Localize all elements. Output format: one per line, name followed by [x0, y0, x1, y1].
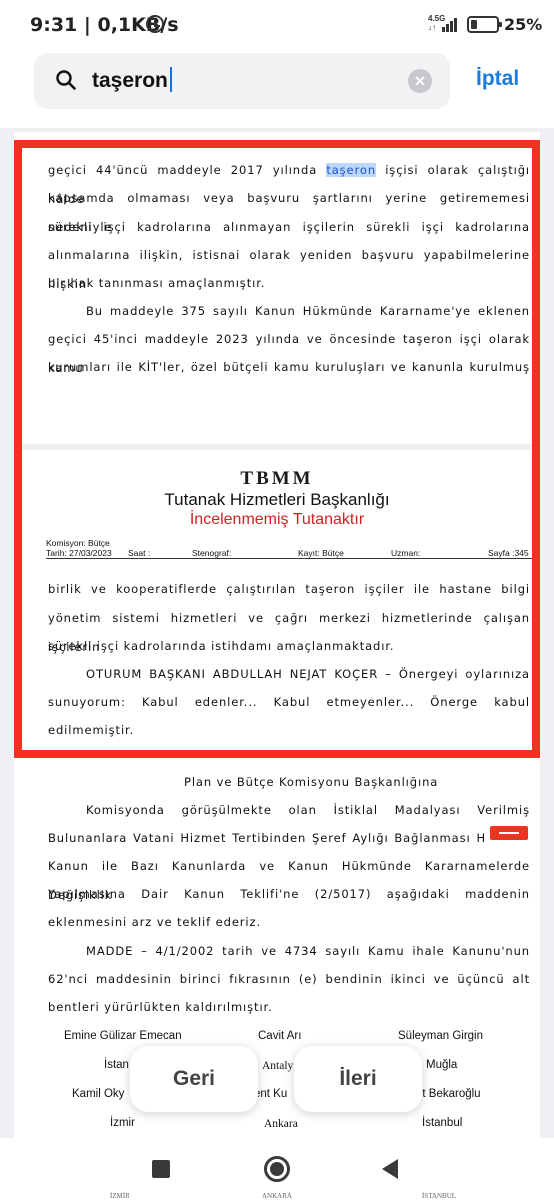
search-bar[interactable]: taşeron ✕	[34, 53, 450, 109]
status-bar: 9:31 | 0,1KB/s 4.5G ↓↑ 25%	[0, 0, 554, 50]
doc-line: bentleri yürürlükten kaldırılmıştır.	[48, 1000, 273, 1014]
signal-icon	[442, 16, 460, 32]
clear-icon[interactable]: ✕	[408, 69, 432, 93]
signer-city: İzmir	[110, 1117, 135, 1129]
signer-name: ent Ku	[254, 1088, 288, 1100]
recents-icon[interactable]	[152, 1160, 170, 1178]
status-time: 9:31	[30, 14, 78, 36]
system-nav-bar	[0, 1138, 554, 1200]
doc-line: Yapılmasına Dair Kanun Teklifi'ne (2/501…	[48, 887, 530, 901]
selection-frame	[14, 140, 540, 758]
search-query: taşeron	[92, 69, 168, 92]
signer-name: Kamil Oky	[72, 1088, 125, 1100]
annotation-badge[interactable]	[490, 826, 528, 840]
text-caret	[169, 67, 172, 92]
doc-line: 62'nci maddesinin birinci fıkrasının (e)…	[48, 972, 530, 986]
doc-line: eklenmesini arz ve teklif ederiz.	[48, 915, 262, 929]
signer-name: Cavit Arı	[258, 1030, 302, 1042]
signer-city: Antaly	[262, 1060, 294, 1072]
signer-name: Süleyman Girgin	[398, 1030, 484, 1042]
battery-icon	[467, 16, 502, 33]
signer-city: İstanbul	[422, 1117, 463, 1129]
prev-result-button[interactable]: Geri	[130, 1046, 258, 1112]
doc-line: Bulunanlara Vatani Hizmet Tertibinden Şe…	[48, 831, 486, 845]
home-icon[interactable]	[264, 1156, 290, 1182]
signer-city: Ankara	[264, 1118, 298, 1130]
cancel-button[interactable]: İptal	[476, 67, 519, 91]
signer-city: İstan	[104, 1059, 129, 1071]
search-icon	[56, 70, 76, 90]
doc-line: MADDE – 4/1/2002 tarih ve 4734 sayılı Ka…	[86, 944, 530, 958]
clipped-text: İZMİR	[110, 1192, 130, 1200]
back-icon[interactable]	[382, 1159, 398, 1179]
signer-name: et Bekaroğlu	[416, 1088, 481, 1100]
doc-line: Komisyonda görüşülmekte olan İstiklal Ma…	[86, 803, 530, 817]
status-speed: 0,1KB/s	[97, 14, 179, 36]
status-separator: |	[83, 14, 91, 36]
signer-city: Muğla	[426, 1059, 458, 1071]
addressee-line: Plan ve Bütçe Komisyonu Başkanlığına	[184, 775, 439, 789]
clipped-text: ANKARA	[262, 1192, 292, 1200]
next-result-button[interactable]: İleri	[294, 1046, 422, 1112]
signer-name: Emine Gülizar Emecan	[64, 1030, 182, 1042]
search-input[interactable]: taşeron	[92, 67, 172, 93]
alarm-icon	[146, 15, 164, 33]
battery-percent: 25%	[504, 15, 543, 34]
clipped-text: İSTANBUL	[422, 1192, 457, 1200]
